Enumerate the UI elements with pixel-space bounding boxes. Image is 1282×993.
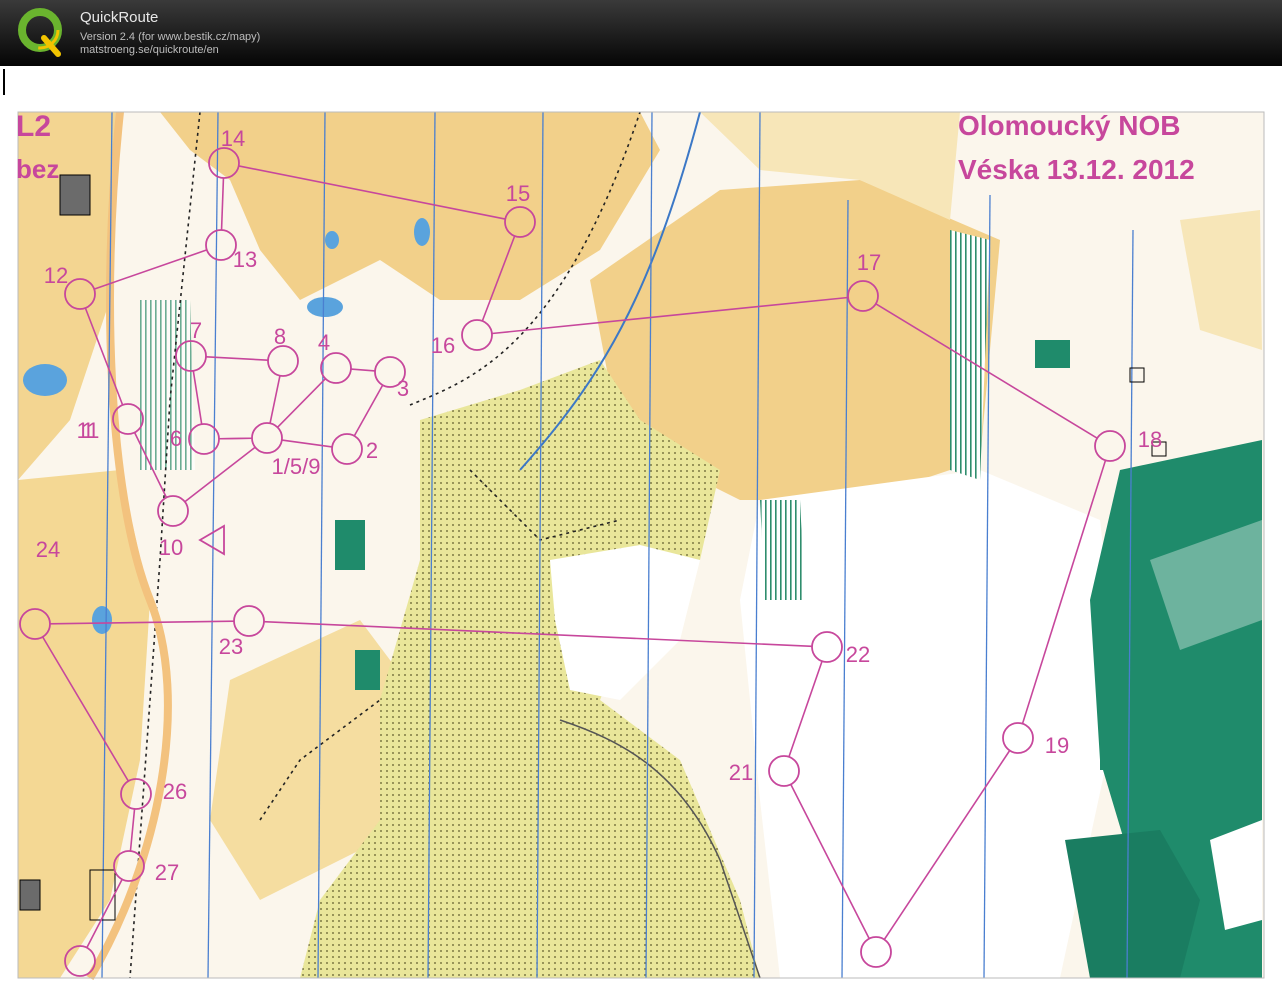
control-number-label: 11	[77, 418, 100, 443]
course-leg	[218, 437, 253, 440]
orienteering-map[interactable]: 12341/5/967 81011121314151617181921222324…	[0, 66, 1282, 993]
control-number-label: 13	[233, 247, 257, 272]
corner-text-top: L2	[16, 110, 52, 143]
control-number-label: 4	[318, 330, 330, 355]
control-number-label: 18	[1138, 427, 1162, 452]
corner-text-bottom: bez	[16, 154, 60, 184]
event-title-line2: Véska 13.12. 2012	[958, 154, 1195, 185]
quickroute-logo-icon	[18, 8, 62, 57]
control-number-label: 22	[846, 642, 870, 667]
control-number-label: 14	[221, 126, 245, 151]
control-number-label: 3	[397, 376, 409, 401]
event-title-line1: Olomoucký NOB	[958, 110, 1181, 141]
control-number-label: 1/5/9	[272, 454, 321, 479]
control-number-label: 15	[506, 181, 530, 206]
app-title: QuickRoute	[80, 9, 159, 26]
control-number-label: 2	[366, 438, 378, 463]
title-bar: QuickRoute Version 2.4 (for www.bestik.c…	[0, 0, 1282, 66]
control-number-label: 7	[190, 318, 202, 343]
control-number-label: 27	[155, 860, 179, 885]
control-number-label: 10	[159, 535, 183, 560]
control-number-label: 23	[219, 634, 243, 659]
control-number-label: 8	[274, 324, 286, 349]
control-number-label: 24	[36, 537, 60, 562]
control-number-label: 16	[431, 333, 455, 358]
app-version: Version 2.4 (for www.bestik.cz/mapy)	[80, 31, 261, 43]
control-number-label: 26	[163, 779, 187, 804]
control-number-label: 21	[729, 760, 753, 785]
control-number-label: 19	[1045, 733, 1069, 758]
map-viewport[interactable]: 1 2 3 4 1/5/9 6 7 8 10 11 12 13 14 15 16 17 18 19 21 22 23 24…	[0, 66, 1282, 993]
app-url-link[interactable]: matstroeng.se/quickroute/en	[80, 44, 219, 57]
control-number-label: 17	[857, 250, 881, 275]
control-number-label: 6	[170, 426, 182, 451]
control-number-label: 12	[44, 263, 68, 288]
